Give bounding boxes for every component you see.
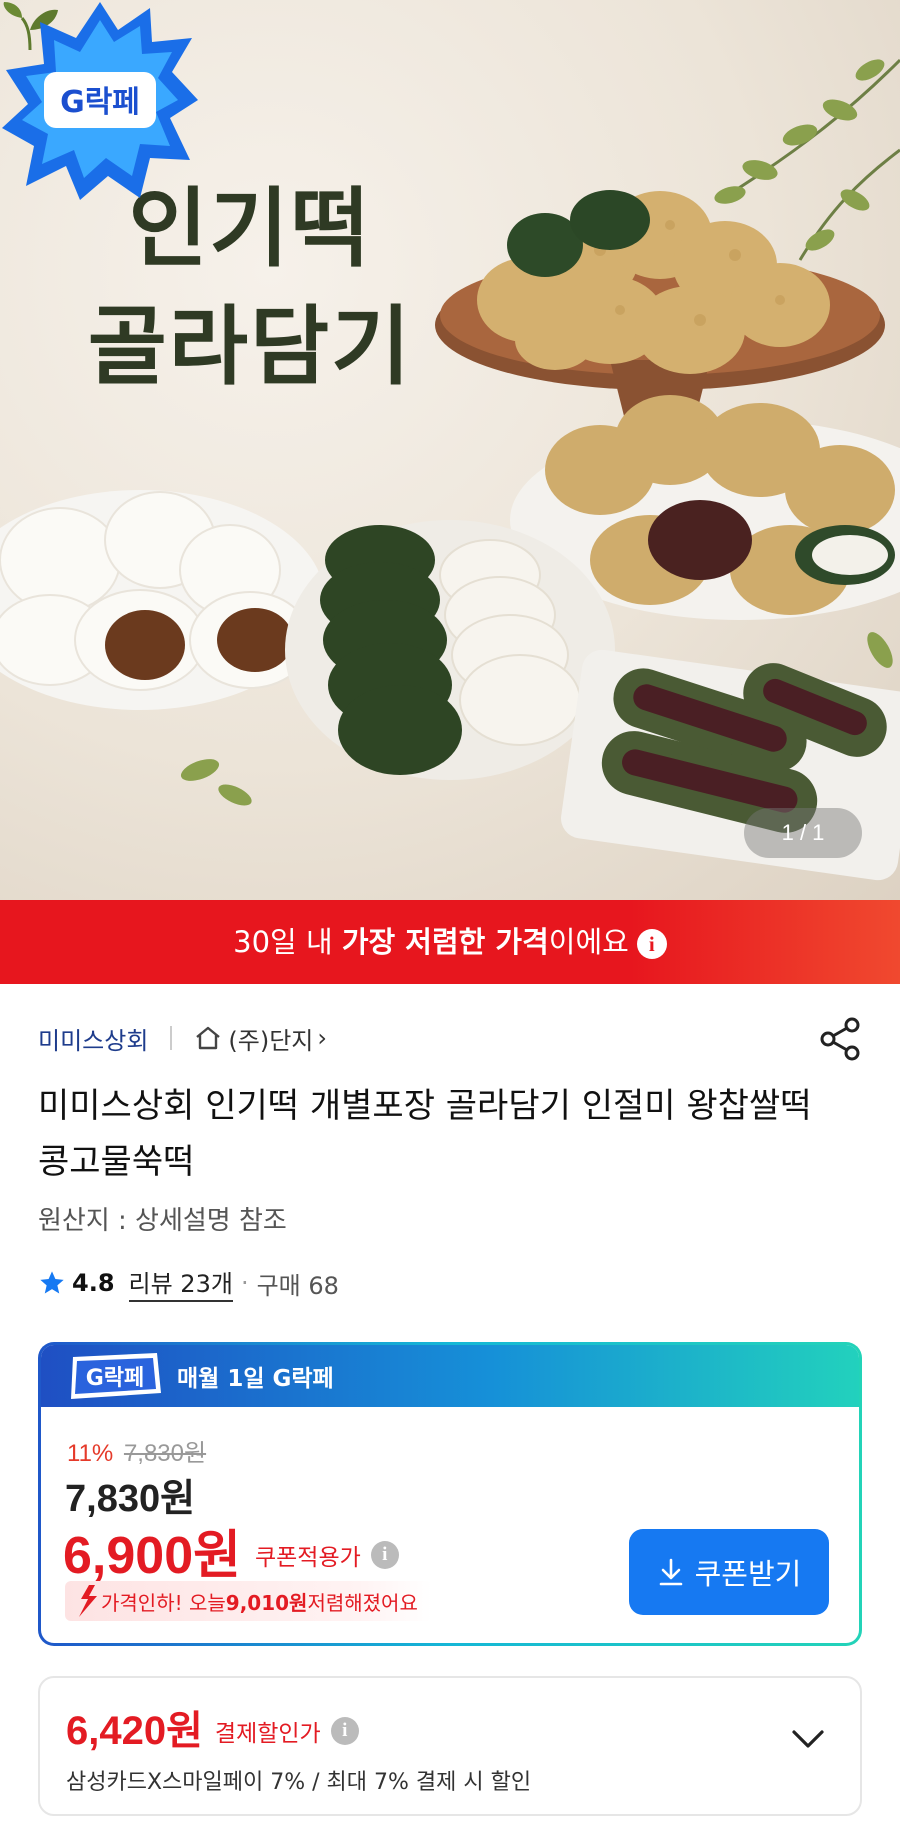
origin-text: 원산지 : 상세설명 참조: [38, 1206, 287, 1236]
deal-card-header: G락페 매월 1일 G락페: [41, 1345, 859, 1407]
info-icon[interactable]: i: [636, 929, 667, 959]
payment-discount-card[interactable]: 6,420원 결제할인가 i 삼성카드X스마일페이 7% / 최대 7% 결제 …: [38, 1676, 862, 1816]
original-price: 7,830원: [123, 1440, 207, 1467]
product-title: 미미스상회 인기떡 개별포장 골라담기 인절미 왕찹쌀떡 콩고물쑥떡: [38, 1086, 812, 1182]
g-rakpae-logo-icon: G락페: [71, 1353, 161, 1399]
chevron-right-icon: ›: [317, 1024, 327, 1052]
image-counter: 1 / 1: [744, 808, 862, 858]
separator-dot: ·: [240, 1269, 249, 1297]
divider: [170, 1026, 173, 1050]
home-icon: [196, 1026, 221, 1050]
rating-score: 4.8: [72, 1269, 115, 1297]
review-link[interactable]: 리뷰 23개: [128, 1264, 233, 1302]
info-icon[interactable]: i: [370, 1540, 399, 1569]
payment-price-row: 6,420원 결제할인가 i: [66, 1698, 359, 1756]
banner-prefix: 30일 내: [233, 925, 342, 959]
get-coupon-label: 쿠폰받기: [694, 1557, 802, 1591]
seller-row: 미미스상회 (주)단지 ›: [38, 1018, 327, 1058]
share-icon[interactable]: [818, 1016, 864, 1062]
hero-title: 인기떡 골라담기: [50, 170, 450, 406]
store-link[interactable]: (주)단지 ›: [194, 1021, 327, 1056]
coupon-price-row: 6,900원 쿠폰적용가 i: [63, 1513, 399, 1588]
deal-card-title: 매월 1일 G락페: [177, 1366, 334, 1392]
banner-emphasis: 가장 저렴한 가격: [341, 925, 549, 959]
product-image-carousel[interactable]: 인기떡 골라담기 G락페 1 / 1: [0, 0, 900, 900]
g-rakpae-badge-text: G락페: [60, 85, 140, 120]
rating-row: 4.8 리뷰 23개 · 구매 68: [38, 1264, 339, 1302]
price-cut-prefix: 가격인하! 오늘: [101, 1590, 226, 1615]
download-icon: [659, 1558, 682, 1586]
arrow-down-icon: [79, 1585, 97, 1617]
g-rakpae-deal-card: G락페 매월 1일 G락페 11% 7,830원 7,830원 6,900원 쿠…: [38, 1342, 862, 1646]
lowest-price-banner[interactable]: 30일 내 가장 저렴한 가격이에요 i: [0, 900, 900, 984]
hero-title-line2: 골라담기: [87, 296, 413, 397]
seller-link[interactable]: 미미스상회: [38, 1021, 148, 1056]
price-cut-amount: 9,010원: [225, 1590, 308, 1615]
payment-price: 6,420원: [66, 1709, 203, 1753]
store-name: (주)단지: [228, 1026, 314, 1055]
info-icon[interactable]: i: [330, 1717, 359, 1745]
chevron-down-icon[interactable]: [788, 1724, 828, 1754]
coupon-price: 6,900원: [63, 1527, 241, 1585]
payment-description: 삼성카드X스마일페이 7% / 최대 7% 결제 시 할인: [66, 1770, 532, 1795]
price-cut-suffix: 저렴해졌어요: [307, 1590, 418, 1615]
get-coupon-button[interactable]: 쿠폰받기: [629, 1529, 829, 1615]
coupon-price-label: 쿠폰적용가: [254, 1544, 361, 1571]
purchase-count: 구매 68: [256, 1271, 339, 1300]
banner-suffix: 이에요: [548, 925, 629, 959]
g-rakpae-badge-icon: G락페: [2, 2, 198, 200]
g-rakpae-logo-text: G락페: [86, 1366, 145, 1391]
star-icon: [40, 1271, 64, 1294]
discount-rate: 11%: [67, 1440, 114, 1467]
price-cut-notice: 가격인하! 오늘 9,010원 저렴해졌어요: [65, 1581, 432, 1621]
payment-price-label: 결제할인가: [214, 1721, 321, 1747]
discount-row: 11% 7,830원: [67, 1433, 206, 1468]
